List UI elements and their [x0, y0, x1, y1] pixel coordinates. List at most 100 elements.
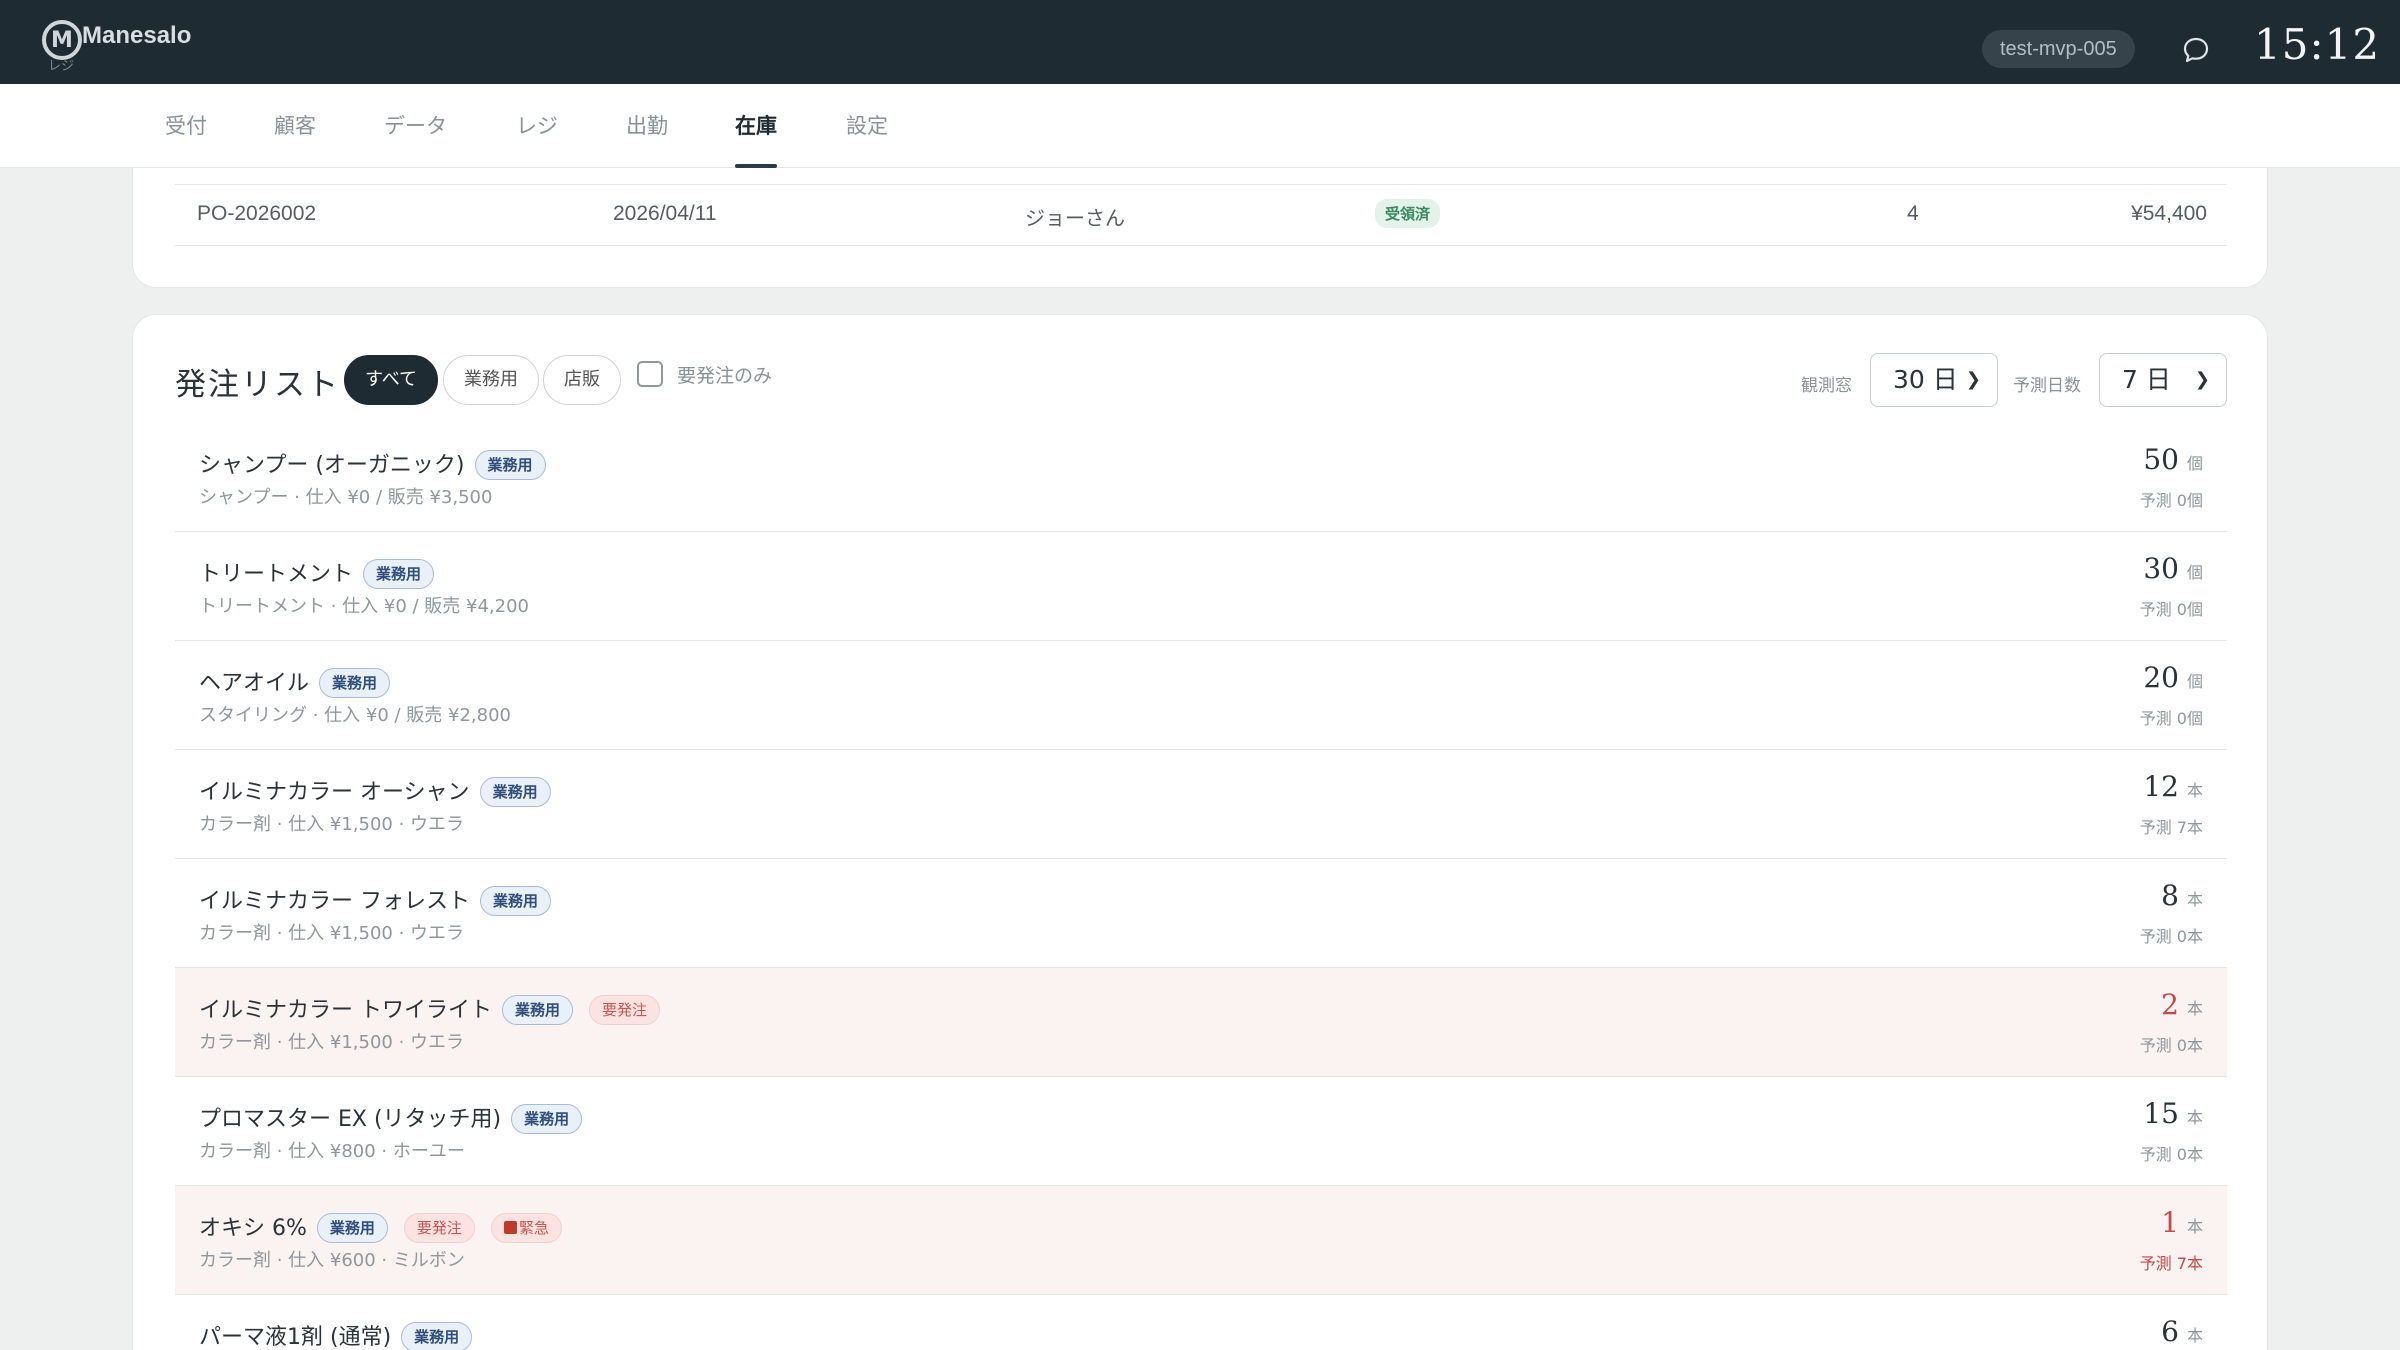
item-name-line: オキシ 6% 業務用 要発注 緊急 — [199, 1210, 562, 1243]
urgent-label: 緊急 — [518, 1219, 549, 1237]
stock-unit: 個 — [2186, 454, 2203, 473]
item-name-line: イルミナカラー オーシャン 業務用 — [199, 774, 551, 807]
stock-quantity: 8本 — [2161, 879, 2203, 912]
order-list-card: 発注リスト すべて 業務用 店販 要発注のみ 観測窓 30 日 ❯ 予測日数 7… — [132, 314, 2268, 1350]
stock-quantity: 1本 — [2161, 1206, 2203, 1239]
top-bar: M Manesalo レジ test-mvp-005 15:12 — [0, 0, 2400, 84]
app-subtitle: レジ — [48, 59, 75, 74]
chevron-down-icon: ❯ — [2194, 369, 2210, 390]
stock-quantity: 15 本 — [2143, 1097, 2203, 1130]
item-details: カラー剤 · 仕入 ¥1,500 · ウエラ — [199, 814, 465, 835]
item-details: カラー剤 · 仕入 ¥800 · ホーユー — [199, 1141, 465, 1162]
filter-professional-button[interactable]: 業務用 — [443, 355, 539, 405]
category-tag: 業務用 — [319, 668, 391, 698]
forecast-days-select-value: 7 日 — [2122, 365, 2171, 394]
stock-unit: 本 — [2186, 1217, 2203, 1236]
item-name-line: ヘアオイル 業務用 — [199, 665, 391, 698]
stock-unit: 個 — [2186, 672, 2203, 691]
item-name-line: イルミナカラー トワイライト 業務用 要発注 — [199, 992, 661, 1025]
stock-unit: 個 — [2186, 563, 2203, 582]
clock: 15:12 — [2254, 20, 2381, 69]
po-amount: ¥54,400 — [2131, 202, 2207, 225]
chevron-down-icon: ❯ — [1965, 369, 1981, 390]
stock-count: 8 — [2161, 879, 2179, 912]
po-count: 4 — [1907, 202, 1919, 225]
stock-count: 50 — [2143, 443, 2179, 476]
forecast-usage: 予測 0個 — [2139, 491, 2203, 510]
forecast-usage: 予測 0個 — [2139, 600, 2203, 619]
list-item[interactable]: オキシ 6% 業務用 要発注 緊急 カラー剤 · 仕入 ¥600 · ミルボン 1 本予測 … — [175, 1186, 2227, 1295]
tenant-badge[interactable]: test-mvp-005 — [1982, 30, 2135, 68]
required-only-label: 要発注のみ — [677, 365, 773, 387]
required-only-checkbox[interactable] — [637, 361, 663, 387]
window-label: 観測窓 — [1801, 376, 1852, 396]
stock-quantity: 12 本 — [2143, 770, 2203, 803]
category-tag: 業務用 — [401, 1322, 473, 1350]
window-select-value: 30 日 — [1893, 365, 1958, 394]
item-name: イルミナカラー トワイライト — [199, 998, 492, 1023]
forecast-usage: 予測 0本 — [2139, 927, 2203, 946]
stock-count: 15 — [2143, 1097, 2179, 1130]
list-item[interactable]: シャンプー (オーガニック) 業務用 シャンプー · 仕入 ¥0 / 販売 ¥3,5… — [175, 423, 2227, 532]
app-name[interactable]: Manesalo — [82, 22, 191, 50]
item-name: イルミナカラー フォレスト — [199, 889, 470, 914]
reorder-required-badge: 要発注 — [403, 1213, 475, 1243]
item-name: シャンプー (オーガニック) — [199, 453, 465, 478]
urgent-badge: 緊急 — [490, 1213, 562, 1243]
tab-3[interactable]: レジ — [516, 84, 558, 168]
filter-retail-button[interactable]: 店販 — [543, 355, 621, 405]
forecast-days-select[interactable]: 7 日 ❯ — [2099, 353, 2227, 407]
category-tag: 業務用 — [474, 450, 546, 480]
tab-6[interactable]: 設定 — [846, 84, 888, 168]
po-date: 2026/04/11 — [613, 202, 717, 225]
list-item[interactable]: ヘアオイル 業務用スタイリング · 仕入 ¥0 / 販売 ¥2,800 20 個予測 … — [175, 641, 2227, 750]
stock-quantity: 50 個 — [2143, 443, 2203, 476]
list-item[interactable]: パーマ液1剤 (通常) 業務用 6 本 — [175, 1295, 2227, 1350]
tab-1[interactable]: 顧客 — [274, 84, 316, 168]
item-name: ヘアオイル — [199, 671, 310, 696]
stock-quantity: 6本 — [2161, 1315, 2203, 1348]
stock-count: 1 — [2161, 1206, 2179, 1239]
list-item[interactable]: トリートメント 業務用トリートメント · 仕入 ¥0 / 販売 ¥4,200 30 個… — [175, 532, 2227, 641]
item-name: トリートメント — [199, 562, 354, 587]
stock-count: 20 — [2143, 661, 2179, 694]
order-list-title: 発注リスト — [175, 367, 340, 403]
category-tag: 業務用 — [480, 886, 552, 916]
stock-unit: 本 — [2186, 890, 2203, 909]
tab-0[interactable]: 受付 — [165, 84, 207, 168]
category-tag: 業務用 — [316, 1213, 388, 1243]
tab-2[interactable]: データ — [384, 84, 447, 168]
item-name-line: シャンプー (オーガニック) 業務用 — [199, 447, 546, 480]
forecast-usage: 予測 0個 — [2139, 709, 2203, 728]
forecast-days-label: 予測日数 — [2013, 376, 2081, 396]
stock-quantity: 20 個 — [2143, 661, 2203, 694]
purchase-order-row[interactable]: PO-2026002 2026/04/11 ジョーさん 受領済 4 ¥54,40… — [175, 184, 2227, 246]
stock-count: 30 — [2143, 552, 2179, 585]
stock-count: 12 — [2143, 770, 2179, 803]
item-details: トリートメント · 仕入 ¥0 / 販売 ¥4,200 — [199, 596, 530, 617]
stock-quantity: 30 個 — [2143, 552, 2203, 585]
item-details: スタイリング · 仕入 ¥0 / 販売 ¥2,800 — [199, 705, 512, 726]
category-tag: 業務用 — [479, 777, 551, 807]
po-status-badge: 受領済 — [1375, 199, 1441, 228]
tab-4[interactable]: 出勤 — [626, 84, 668, 168]
list-item[interactable]: イルミナカラー オーシャン 業務用 カラー剤 · 仕入 ¥1,500 · ウエラ 12… — [175, 750, 2227, 859]
stock-unit: 本 — [2186, 1326, 2203, 1345]
list-item[interactable]: イルミナカラー トワイライト 業務用 要発注 カラー剤 · 仕入 ¥1,500 · ウ… — [175, 968, 2227, 1077]
filter-all-button[interactable]: すべて — [344, 355, 439, 405]
stock-unit: 本 — [2186, 999, 2203, 1018]
list-item[interactable]: イルミナカラー フォレスト 業務用 カラー剤 · 仕入 ¥1,500 · ウエラ 8 本… — [175, 859, 2227, 968]
main-nav: 受付 顧客 データ レジ 出勤 在庫 設定 — [0, 84, 2400, 168]
chat-icon[interactable] — [2182, 36, 2210, 64]
app-logo-icon[interactable]: M — [42, 20, 82, 60]
urgent-square-icon — [503, 1221, 517, 1234]
stock-unit: 本 — [2186, 1108, 2203, 1127]
item-name: パーマ液1剤 (通常) — [199, 1325, 392, 1350]
list-item[interactable]: プロマスター EX (リタッチ用) 業務用 カラー剤 · 仕入 ¥800 · ホーユ… — [175, 1077, 2227, 1186]
order-list: シャンプー (オーガニック) 業務用 シャンプー · 仕入 ¥0 / 販売 ¥3,5… — [175, 423, 2227, 1350]
item-name: イルミナカラー オーシャン — [199, 780, 470, 805]
item-name-line: トリートメント 業務用 — [199, 556, 435, 589]
forecast-usage: 予測 0本 — [2139, 1036, 2203, 1055]
window-select[interactable]: 30 日 ❯ — [1870, 353, 1998, 407]
tab-5[interactable]: 在庫 — [735, 84, 777, 168]
